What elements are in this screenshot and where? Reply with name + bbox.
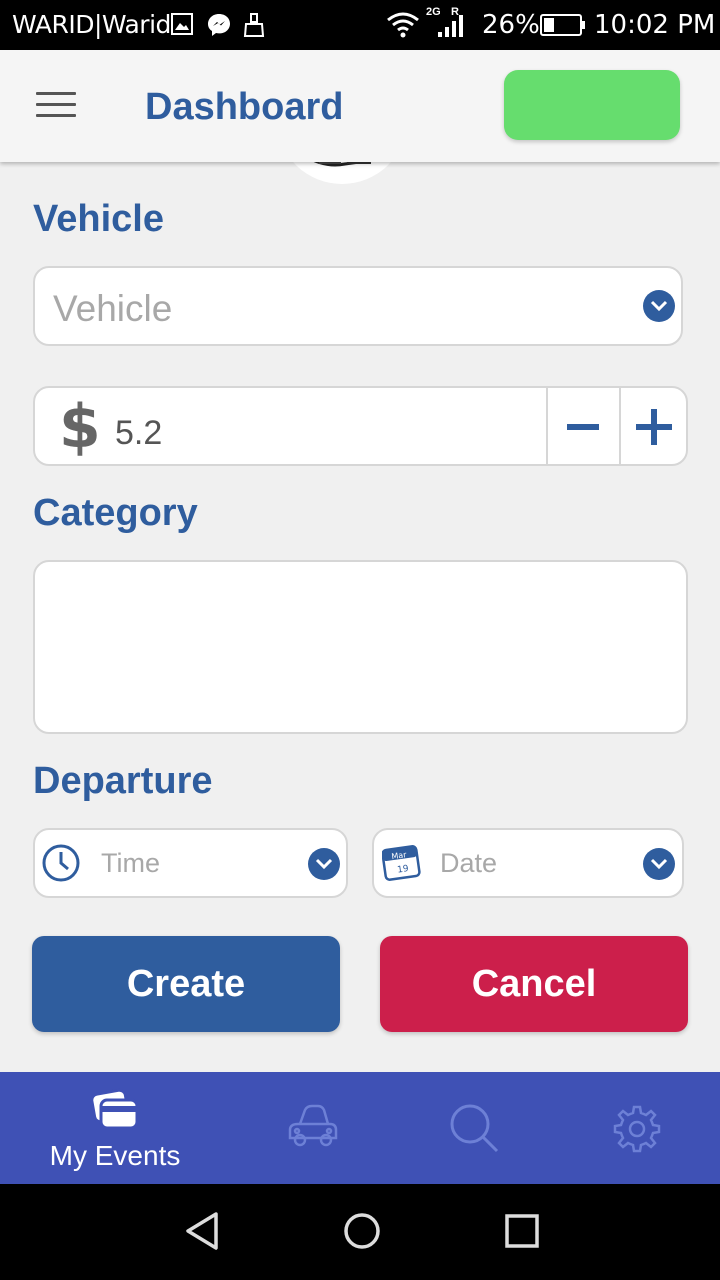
battery-icon bbox=[540, 14, 586, 41]
header-action-button[interactable] bbox=[504, 70, 680, 140]
bottom-tab-bar: My Events bbox=[0, 1072, 720, 1184]
vehicle-label: Vehicle bbox=[33, 198, 164, 240]
departure-label: Departure bbox=[33, 760, 213, 802]
car-icon bbox=[286, 1102, 340, 1155]
tab-settings[interactable] bbox=[540, 1072, 720, 1184]
signal-icon bbox=[436, 14, 468, 43]
chevron-down-icon bbox=[643, 848, 675, 880]
price-input[interactable]: 5.2 bbox=[115, 414, 162, 453]
cleaner-notification-icon bbox=[242, 12, 266, 43]
recents-icon[interactable] bbox=[502, 1210, 542, 1257]
price-stepper: $ 5.2 bbox=[33, 386, 688, 466]
cancel-button[interactable]: Cancel bbox=[380, 936, 688, 1032]
clock-icon bbox=[41, 843, 81, 888]
chevron-down-icon bbox=[643, 290, 675, 322]
system-nav-bar bbox=[0, 1184, 720, 1280]
tab-label: My Events bbox=[49, 1140, 181, 1171]
app-header: Dashboard bbox=[0, 50, 720, 162]
status-bar: WARID|Warid 2G R 26% 10:02 PM bbox=[0, 0, 720, 50]
tab-search[interactable] bbox=[386, 1072, 566, 1184]
search-icon bbox=[448, 1102, 500, 1159]
battery-percent: 26% bbox=[482, 10, 540, 40]
wifi-icon bbox=[386, 10, 420, 43]
carrier-name: WARID|Warid bbox=[12, 10, 171, 39]
back-icon[interactable] bbox=[182, 1210, 222, 1257]
category-field[interactable] bbox=[33, 560, 688, 734]
home-icon[interactable] bbox=[342, 1210, 382, 1257]
time-select[interactable]: Time bbox=[33, 828, 348, 898]
hamburger-menu-icon[interactable] bbox=[36, 92, 76, 122]
cards-icon bbox=[89, 1086, 141, 1139]
calendar-day: 19 bbox=[397, 864, 410, 876]
tab-vehicles[interactable] bbox=[222, 1072, 402, 1184]
messenger-notification-icon bbox=[206, 12, 232, 43]
increment-button[interactable] bbox=[619, 388, 688, 464]
date-placeholder: Date bbox=[440, 848, 498, 878]
decrement-button[interactable] bbox=[546, 388, 619, 464]
date-select[interactable]: Mar 19 Date bbox=[372, 828, 684, 898]
dollar-icon: $ bbox=[59, 392, 101, 462]
gear-icon bbox=[612, 1104, 662, 1159]
time-placeholder: Time bbox=[101, 848, 160, 878]
plus-icon bbox=[636, 409, 672, 445]
vehicle-select[interactable]: Vehicle bbox=[33, 266, 683, 346]
calendar-icon: Mar 19 bbox=[381, 844, 422, 887]
tab-my-events[interactable]: My Events bbox=[0, 1072, 230, 1184]
page-title: Dashboard bbox=[145, 86, 344, 128]
clock: 10:02 PM bbox=[594, 10, 716, 40]
chevron-down-icon bbox=[308, 848, 340, 880]
minus-icon bbox=[567, 424, 599, 430]
gallery-notification-icon bbox=[170, 12, 194, 41]
vehicle-placeholder: Vehicle bbox=[53, 288, 173, 329]
create-button[interactable]: Create bbox=[32, 936, 340, 1032]
category-label: Category bbox=[33, 492, 198, 534]
